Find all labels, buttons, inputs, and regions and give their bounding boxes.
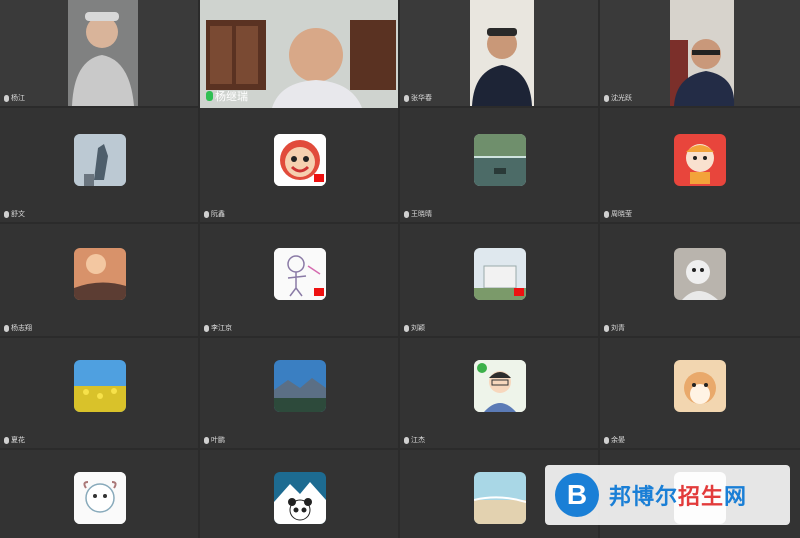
avatar-tile[interactable]: 江杰 xyxy=(400,338,598,448)
avatar-tile[interactable]: 刘青 xyxy=(600,224,800,336)
participant-name: 夏花 xyxy=(4,435,25,445)
avatar-tile[interactable]: 王晓晴 xyxy=(400,108,598,222)
mic-icon xyxy=(204,324,209,332)
participant-name: 周晓莹 xyxy=(604,209,632,219)
avatar-tile[interactable]: 杨志翔 xyxy=(0,224,198,336)
mic-icon xyxy=(4,94,9,102)
video-tile-active-speaker[interactable]: 杨继瑞 xyxy=(200,0,398,108)
avatar-tile[interactable]: 余晏 xyxy=(600,338,800,448)
participant-name: 余晏 xyxy=(604,435,625,445)
avatar-tile[interactable]: 夏花 xyxy=(0,338,198,448)
mic-icon xyxy=(4,436,9,444)
participant-name: 刘青 xyxy=(604,323,625,333)
mic-icon xyxy=(404,94,409,102)
avatar-tile[interactable] xyxy=(200,450,398,538)
sheep-cartoon-avatar xyxy=(74,472,126,524)
avatar-tile[interactable]: 阮鑫 xyxy=(200,108,398,222)
mic-icon xyxy=(404,210,409,218)
participant-grid: 杨江 杨继瑞 张华春 沈光跃 舒文 阮鑫 王晓晴 周晓莹 杨志翔 李江京 刘颖 … xyxy=(0,0,800,538)
building-photo-avatar xyxy=(474,248,526,300)
participant-name: 阮鑫 xyxy=(204,209,225,219)
participant-name: 刘颖 xyxy=(404,323,425,333)
mic-icon xyxy=(204,436,209,444)
mic-icon xyxy=(604,324,609,332)
canal-photo-avatar xyxy=(474,134,526,186)
participant-video-feed xyxy=(68,0,138,106)
participant-name: 王晓晴 xyxy=(404,209,432,219)
mic-icon xyxy=(404,324,409,332)
avatar-tile[interactable]: 刘颖 xyxy=(400,224,598,336)
dog-photo-avatar xyxy=(674,248,726,300)
mic-active-icon xyxy=(206,91,213,101)
tiger-cartoon-avatar xyxy=(674,134,726,186)
mountain-avatar xyxy=(274,360,326,412)
participant-name: 李江京 xyxy=(204,323,232,333)
participant-name: 杨江 xyxy=(4,93,25,103)
video-tile[interactable]: 张华春 xyxy=(400,0,598,106)
mic-icon xyxy=(204,210,209,218)
participant-name: 杨志翔 xyxy=(4,323,32,333)
shiba-dog-avatar xyxy=(674,360,726,412)
video-tile[interactable]: 沈光跃 xyxy=(600,0,800,106)
mic-icon xyxy=(604,210,609,218)
cartoon-face-avatar xyxy=(274,134,326,186)
participant-name: 叶鹏 xyxy=(204,435,225,445)
participant-name: 沈光跃 xyxy=(604,93,632,103)
mic-icon xyxy=(4,210,9,218)
participant-video-feed xyxy=(470,0,534,106)
participant-name: 张华春 xyxy=(404,93,432,103)
child-drawing-avatar xyxy=(274,248,326,300)
site-watermark: B 邦博尔招生网 xyxy=(545,465,790,525)
participant-name: 江杰 xyxy=(404,435,425,445)
beach-photo-avatar xyxy=(474,472,526,524)
participant-video-feed xyxy=(670,0,735,106)
participant-name: 杨继瑞 xyxy=(206,88,248,104)
cartoon-man-avatar xyxy=(474,360,526,412)
panda-mountain-avatar xyxy=(274,472,326,524)
video-tile[interactable]: 杨江 xyxy=(0,0,198,106)
watermark-text: 邦博尔招生网 xyxy=(609,484,748,509)
sunset-planet-avatar xyxy=(74,248,126,300)
avatar-tile[interactable] xyxy=(0,450,198,538)
mic-icon xyxy=(404,436,409,444)
flower-field-avatar xyxy=(74,360,126,412)
avatar-tile[interactable]: 周晓莹 xyxy=(600,108,800,222)
watermark-logo-icon: B xyxy=(555,473,599,517)
mic-icon xyxy=(604,94,609,102)
mic-icon xyxy=(4,324,9,332)
avatar-tile[interactable]: 舒文 xyxy=(0,108,198,222)
participant-name: 舒文 xyxy=(4,209,25,219)
avatar-tile[interactable]: 李江京 xyxy=(200,224,398,336)
statue-photo-avatar xyxy=(74,134,126,186)
avatar-tile[interactable]: 叶鹏 xyxy=(200,338,398,448)
mic-icon xyxy=(604,436,609,444)
